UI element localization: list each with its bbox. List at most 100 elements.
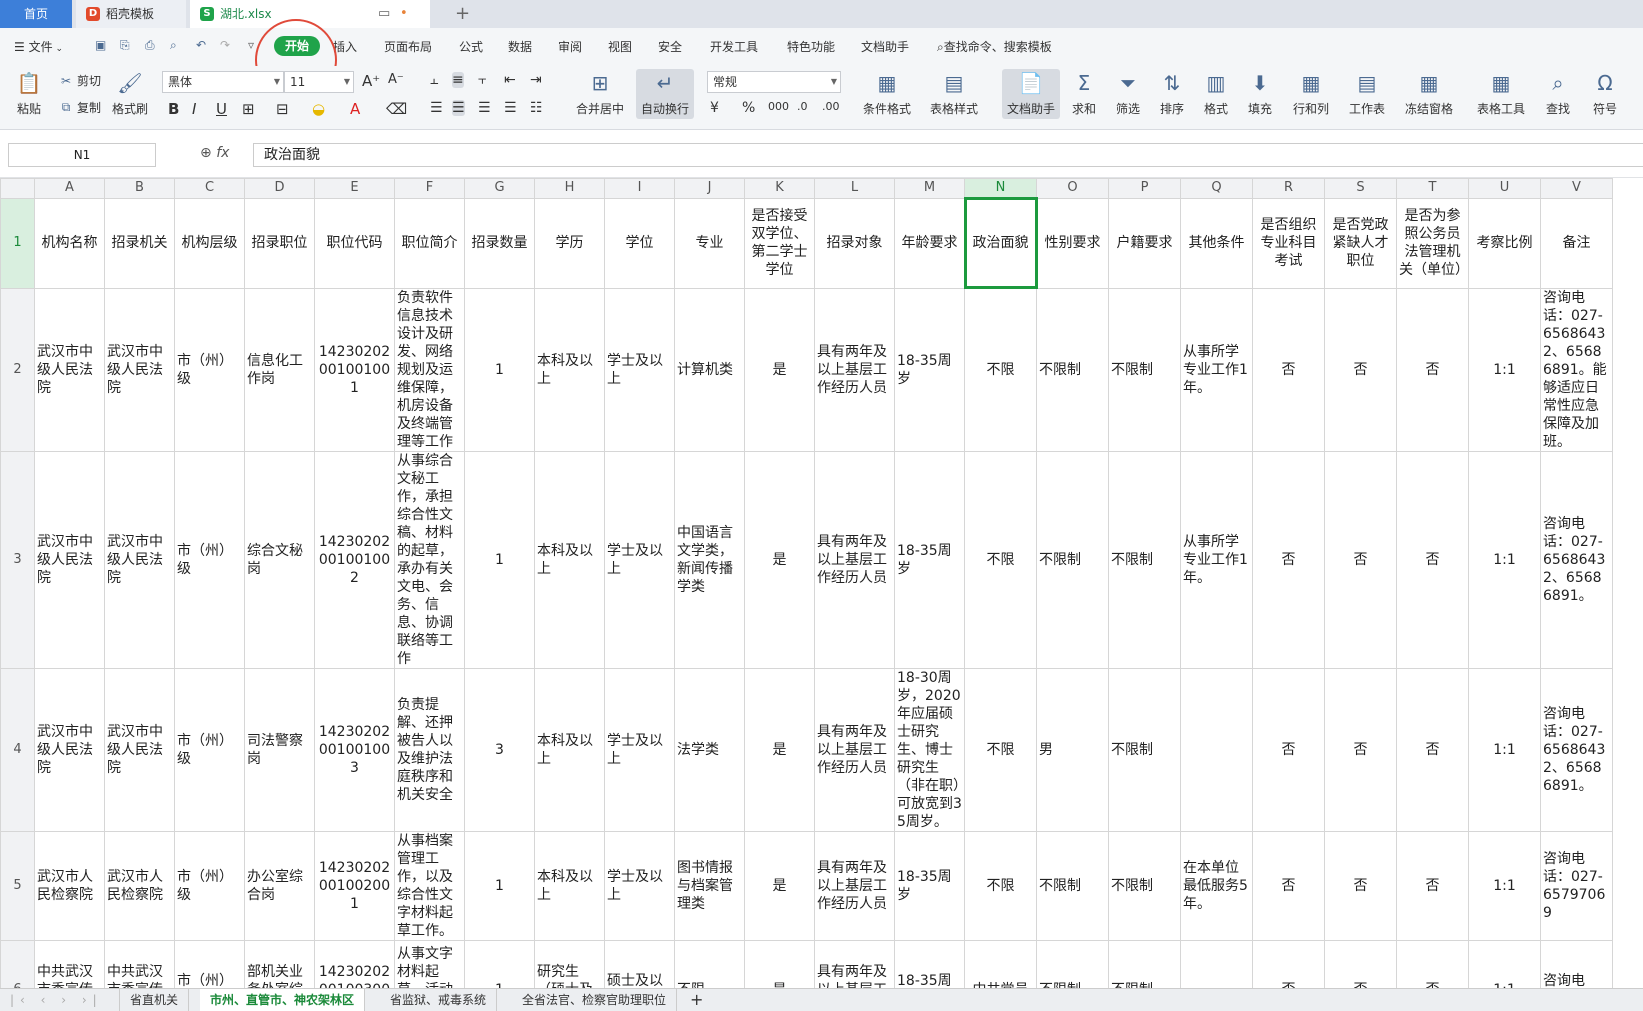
data-cell[interactable] [1180,939,1253,988]
data-cell[interactable]: 不限 [964,287,1037,452]
fill-color-icon[interactable]: ◒ [312,100,325,118]
data-cell[interactable]: 1:1 [1468,450,1541,669]
percent-icon[interactable]: % [742,100,755,116]
data-cell[interactable]: 武汉市中级人民法院 [34,287,105,452]
column-header[interactable]: N [964,178,1037,199]
font-color-icon[interactable]: A [350,100,360,118]
table-tools-button[interactable]: ▦ 表格工具 [1468,69,1534,117]
column-header[interactable]: U [1468,178,1541,199]
column-header[interactable]: L [814,178,895,199]
data-cell[interactable] [1180,667,1253,832]
column-header[interactable]: B [104,178,175,199]
cut-button[interactable]: ✂ 剪切 [58,72,101,89]
data-cell[interactable]: 武汉市中级人民法院 [104,287,175,452]
header-cell[interactable]: 户籍要求 [1108,197,1181,289]
data-cell[interactable]: 男 [1036,667,1109,832]
format-painter-button[interactable]: 🖌 格式刷 [100,69,160,117]
data-cell[interactable]: 本科及以上 [534,450,605,669]
data-cell[interactable]: 14230202001002001 [314,830,395,941]
data-cell[interactable]: 否 [1324,667,1397,832]
data-cell[interactable]: 咨询电话：027-65686432、65686891。能够适应日常性应急保障及加… [1540,287,1613,452]
data-cell[interactable]: 司法警察岗 [244,667,315,832]
wrap-text-button[interactable]: ↵ 自动换行 [636,69,694,119]
data-cell[interactable]: 武汉市人民检察院 [34,830,105,941]
data-cell[interactable]: 是 [744,450,815,669]
data-cell[interactable]: 具有两年及以上基层工作经历人员 [814,939,895,988]
data-cell[interactable]: 本科及以上 [534,830,605,941]
merge-center-button[interactable]: ⊞ 合并居中 [565,69,635,117]
data-cell[interactable]: 14230202001003001 [314,939,395,988]
row-header[interactable]: 3 [0,450,35,669]
data-cell[interactable]: 18-35周岁 [894,450,965,669]
header-cell[interactable]: 机构层级 [174,197,245,289]
data-cell[interactable]: 武汉市中级人民法院 [104,667,175,832]
data-cell[interactable]: 中共武汉市委宣传部 [104,939,175,988]
data-cell[interactable]: 否 [1252,830,1325,941]
column-header[interactable]: J [674,178,745,199]
data-cell[interactable]: 1:1 [1468,287,1541,452]
data-cell[interactable]: 是 [744,667,815,832]
export-icon[interactable]: ⎘ [120,38,130,53]
row-header[interactable]: 2 [0,287,35,452]
column-header[interactable]: V [1540,178,1613,199]
column-header[interactable]: P [1108,178,1181,199]
sheet-nav-icons[interactable]: |‹ ‹ › ›| [0,989,120,1011]
data-cell[interactable]: 否 [1252,667,1325,832]
data-cell[interactable]: 1:1 [1468,667,1541,832]
header-cell[interactable]: 性别要求 [1036,197,1109,289]
data-cell[interactable]: 不限制 [1108,287,1181,452]
data-cell[interactable]: 咨询电话：027-65686432、65686891。 [1540,450,1613,669]
data-cell[interactable]: 综合文秘岗 [244,450,315,669]
data-cell[interactable]: 图书情报与档案管理类 [674,830,745,941]
data-cell[interactable]: 18-35周岁 [894,939,965,988]
data-cell[interactable]: 否 [1324,939,1397,988]
more-icon[interactable]: ▿ [248,38,254,52]
menu-review[interactable]: 审阅 [558,38,582,55]
distributed-icon[interactable]: ☷ [530,100,543,116]
data-cell[interactable]: 1 [464,450,535,669]
data-cell[interactable]: 市（州）级 [174,939,245,988]
column-header[interactable]: M [894,178,965,199]
data-cell[interactable]: 14230202001001003 [314,667,395,832]
print-preview-icon[interactable]: ⌕ [170,38,177,53]
data-cell[interactable]: 不限制 [1036,287,1109,452]
indent-decrease-icon[interactable]: ⇤ [504,72,516,88]
sheet-tab-judges[interactable]: 全省法官、检察官助理职位 [512,989,678,1011]
data-cell[interactable]: 学士及以上 [604,830,675,941]
table-style-button[interactable]: ▤ 表格样式 [922,69,986,117]
header-cell[interactable]: 考察比例 [1468,197,1541,289]
paste-button[interactable]: 📋 粘贴 [0,69,58,117]
data-cell[interactable]: 学士及以上 [604,450,675,669]
data-cell[interactable]: 具有两年及以上基层工作经历人员 [814,830,895,941]
header-cell[interactable]: 招录对象 [814,197,895,289]
data-cell[interactable]: 14230202001001001 [314,287,395,452]
data-cell[interactable]: 部机关业务处室综合岗 [244,939,315,988]
data-cell[interactable]: 1 [464,287,535,452]
data-cell[interactable]: 不限制 [1108,667,1181,832]
column-header[interactable]: O [1036,178,1109,199]
border-icon[interactable]: ⊞ [242,100,255,118]
data-cell[interactable]: 办公室综合岗 [244,830,315,941]
fill-button[interactable]: ⬇ 填充 [1238,69,1282,117]
data-cell[interactable]: 18-35周岁 [894,287,965,452]
align-middle-icon[interactable]: ≡ [452,72,464,88]
copy-button[interactable]: ⧉ 复制 [58,99,101,116]
data-cell[interactable]: 市（州）级 [174,287,245,452]
format-button[interactable]: ▥ 格式 [1194,69,1238,117]
data-cell[interactable]: 中共党员 [964,939,1037,988]
data-cell[interactable]: 不限制 [1036,450,1109,669]
header-cell[interactable]: 年龄要求 [894,197,965,289]
menu-data[interactable]: 数据 [508,38,532,55]
column-header[interactable]: S [1324,178,1397,199]
data-cell[interactable]: 从事所学专业工作1年。 [1180,287,1253,452]
currency-icon[interactable]: ¥ [710,100,719,116]
header-cell[interactable]: 是否为参照公务员法管理机关（单位） [1396,197,1469,289]
column-header[interactable]: E [314,178,395,199]
number-format-select[interactable]: 常规 ▼ [707,71,841,93]
data-cell[interactable]: 咨询电话：027-65797069 [1540,830,1613,941]
column-header[interactable]: C [174,178,245,199]
header-cell[interactable]: 其他条件 [1180,197,1253,289]
data-cell[interactable]: 否 [1396,667,1469,832]
font-grow-button[interactable]: A⁺ [362,72,380,90]
column-header[interactable]: K [744,178,815,199]
